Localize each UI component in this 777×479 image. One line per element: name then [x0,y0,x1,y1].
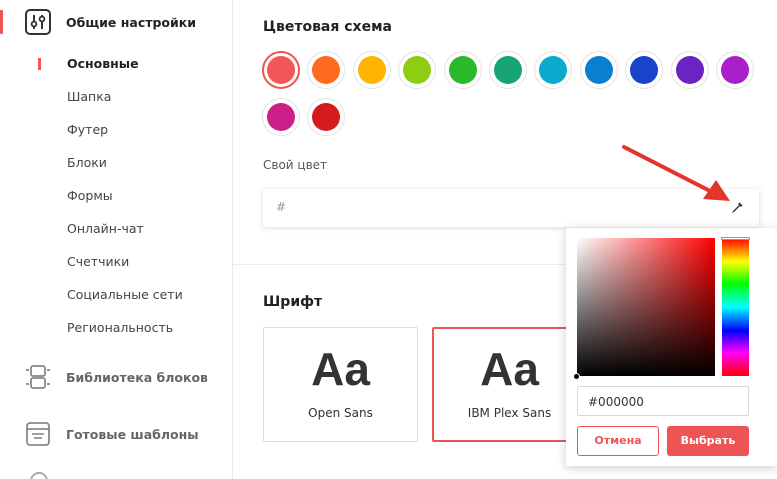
hex-input[interactable]: #000000 [577,386,749,416]
color-swatch[interactable] [716,51,754,89]
swatch-dot [357,56,386,84]
sidebar-item-blocks[interactable]: Блоки [67,155,107,170]
nav-block-library[interactable]: Библиотека блоков [0,359,233,395]
color-swatch[interactable] [625,51,664,89]
font-card-ibm-plex-sans[interactable]: Aa IBM Plex Sans [432,327,587,442]
nav-ready-templates-label: Готовые шаблоны [66,427,199,442]
sidebar-item-counters[interactable]: Счетчики [67,254,129,269]
swatch-dot [448,56,477,84]
font-sample: Aa [480,343,539,395]
nav-general-label: Общие настройки [66,15,197,30]
own-color-placeholder: # [276,200,287,214]
font-sample: Aa [311,343,370,395]
sidebar-item-online-chat[interactable]: Онлайн-чат [67,221,144,236]
color-swatch[interactable] [262,51,300,89]
nav-general-settings[interactable]: Общие настройки [0,4,233,40]
color-swatch[interactable] [489,51,527,89]
color-swatch[interactable] [307,51,346,89]
settings-sidebar: Общие настройки Основные Шапка Футер Бло… [0,0,233,479]
swatch-dot [267,56,295,84]
active-indicator [0,10,3,34]
font-name: Open Sans [308,406,373,420]
partial-nav-icon [30,472,48,479]
own-color-label: Свой цвет [263,158,328,172]
sidebar-item-main[interactable]: Основные [67,56,139,71]
hue-handle[interactable] [721,237,750,240]
color-swatch[interactable] [307,98,346,136]
color-swatch[interactable] [398,51,437,89]
color-scheme-title: Цветовая схема [263,19,392,35]
swatch-dot [267,103,295,131]
sidebar-item-forms[interactable]: Формы [67,188,113,203]
templates-icon [25,421,51,447]
swatch-dot [584,56,613,84]
swatch-dot [312,103,341,131]
color-swatch[interactable] [262,98,300,136]
saturation-value-area[interactable] [573,238,715,380]
sliders-icon [25,9,51,35]
color-swatch[interactable] [579,51,618,89]
sub-active-indicator [38,58,41,70]
cancel-button[interactable]: Отмена [577,426,659,456]
swatch-dot [721,56,749,84]
hue-slider[interactable] [721,237,750,376]
own-color-input[interactable]: # [263,189,759,227]
swatch-dot [403,56,432,84]
eyedropper-icon[interactable] [729,200,745,216]
swatch-dot [312,56,341,84]
color-swatch[interactable] [443,51,482,89]
color-swatch[interactable] [352,51,391,89]
sidebar-item-header[interactable]: Шапка [67,89,111,104]
swatch-dot [539,56,568,84]
font-title: Шрифт [263,294,323,310]
swatch-dot [494,56,522,84]
nav-block-library-label: Библиотека блоков [66,370,208,385]
swatch-dot [630,56,659,84]
sidebar-item-regional[interactable]: Региональность [67,320,173,335]
color-picker-popup: #000000 Отмена Выбрать [566,228,777,466]
swatch-dot [675,56,704,84]
color-swatch[interactable] [670,51,709,89]
sidebar-item-social[interactable]: Социальные сети [67,287,183,302]
color-swatch[interactable] [534,51,573,89]
blocks-library-icon [25,364,51,390]
nav-ready-templates[interactable]: Готовые шаблоны [0,416,233,452]
font-name: IBM Plex Sans [467,406,552,420]
select-button[interactable]: Выбрать [667,426,749,456]
font-card-open-sans[interactable]: Aa Open Sans [263,327,418,442]
sv-handle[interactable] [573,373,580,380]
sidebar-item-footer[interactable]: Футер [67,122,108,137]
